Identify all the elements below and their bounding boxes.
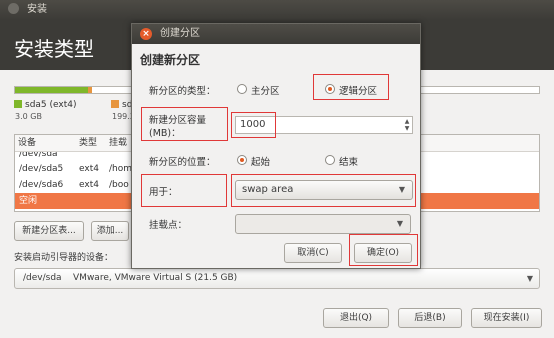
- quit-button[interactable]: 退出(Q): [323, 308, 389, 328]
- usage-segment-sda5: [15, 87, 88, 93]
- legend-size-sda5: 3.0 GB: [15, 112, 42, 121]
- legend-label-sda5: sda5 (ext4): [25, 100, 77, 110]
- boot-device-description: VMware, VMware Virtual S (21.5 GB): [73, 273, 238, 283]
- radio-position-end-label[interactable]: 结束: [339, 154, 358, 168]
- window-close-icon[interactable]: [8, 2, 19, 14]
- row-type: ext4: [79, 164, 99, 174]
- mount-point-label: 挂载点：: [149, 220, 188, 231]
- highlight-box: [141, 107, 228, 141]
- spin-up-icon[interactable]: ▲: [403, 118, 411, 125]
- boot-device-label: 安装启动引导器的设备：: [14, 253, 114, 263]
- radio-position-start[interactable]: [237, 155, 247, 165]
- radio-primary[interactable]: [237, 84, 247, 94]
- legend-swatch-sda5: [14, 100, 22, 108]
- usage-segment-sda6: [88, 87, 92, 93]
- radio-primary-label[interactable]: 主分区: [251, 83, 280, 97]
- column-header-mount[interactable]: 挂载: [109, 135, 127, 151]
- position-label: 新分区的位置：: [149, 157, 216, 168]
- legend-swatch-sda6: [111, 100, 119, 108]
- highlight-box: [349, 234, 418, 266]
- new-partition-table-button[interactable]: 新建分区表...: [14, 221, 84, 241]
- highlight-box: [313, 74, 389, 100]
- chevron-down-icon: ▼: [396, 219, 403, 228]
- install-now-button[interactable]: 现在安装(I): [471, 308, 542, 328]
- create-partition-dialog: × 创建分区 创建新分区 新分区的类型： 主分区 逻辑分区 新建分区容量 (MB…: [131, 23, 421, 269]
- dialog-titlebar: × 创建分区: [132, 24, 420, 44]
- legend-item-sda5: sda5 (ext4) 3.0 GB: [14, 100, 77, 121]
- row-mount: /boo: [109, 180, 129, 190]
- column-header-type[interactable]: 类型: [79, 135, 97, 151]
- partition-type-label: 新分区的类型：: [149, 86, 216, 97]
- back-button[interactable]: 后退(B): [398, 308, 462, 328]
- row-device: /dev/sda6: [19, 180, 64, 190]
- radio-position-end[interactable]: [325, 155, 335, 165]
- highlight-box: [141, 174, 227, 207]
- boot-device-select[interactable]: /dev/sda VMware, VMware Virtual S (21.5 …: [14, 268, 540, 289]
- chevron-down-icon: ▼: [526, 274, 533, 283]
- highlight-box: [231, 174, 416, 207]
- row-device: /dev/sda5: [19, 164, 64, 174]
- mount-point-select[interactable]: ▼: [235, 214, 411, 234]
- highlight-box: [231, 112, 276, 138]
- radio-position-start-label[interactable]: 起始: [251, 154, 270, 168]
- cancel-button[interactable]: 取消(C): [284, 243, 342, 263]
- row-type: ext4: [79, 180, 99, 190]
- boot-device-path: /dev/sda: [23, 273, 62, 283]
- dialog-heading: 创建新分区: [140, 53, 201, 67]
- add-partition-button[interactable]: 添加...: [91, 221, 129, 241]
- close-icon[interactable]: ×: [140, 28, 152, 40]
- row-device: /dev/sda: [19, 152, 58, 159]
- spin-down-icon[interactable]: ▼: [403, 125, 411, 132]
- installer-titlebar: 安装: [0, 0, 554, 20]
- column-header-device[interactable]: 设备: [18, 135, 36, 151]
- row-device: 空闲: [19, 196, 38, 206]
- row-mount: /hom: [109, 164, 133, 174]
- dialog-title: 创建分区: [160, 28, 200, 39]
- installer-window-title: 安装: [27, 4, 47, 15]
